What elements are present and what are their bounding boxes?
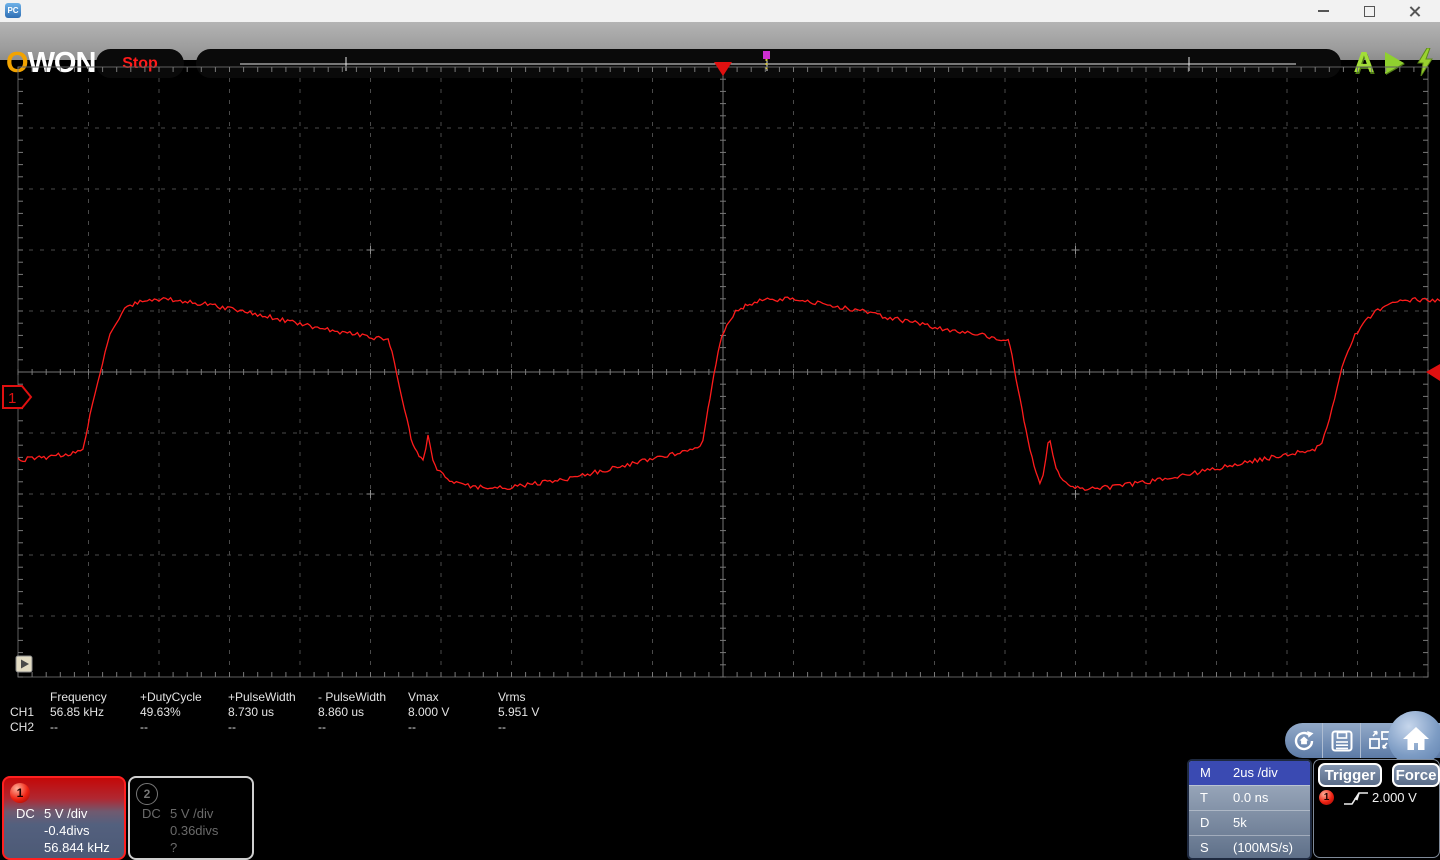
step-forward-button[interactable] (15, 655, 33, 673)
close-button[interactable] (1398, 0, 1432, 22)
trigger-panel: Trigger Force 1 2.000 V (1313, 759, 1440, 858)
measurement-value: -- (50, 720, 58, 734)
force-trigger-button[interactable]: Force (1392, 763, 1440, 787)
ch1-zero-level-marker[interactable]: 1 (2, 385, 33, 409)
timebase-s-label: S (1200, 840, 1209, 855)
ch2-badge: 2 (136, 783, 158, 805)
waveform-trace-ch1 (17, 296, 1440, 492)
measurement-value: 56.85 kHz (50, 705, 105, 719)
measurement-column-5: Vmax (408, 690, 439, 704)
trigger-level-value: 2.000 V (1372, 790, 1417, 805)
ch1-coupling: DC (16, 806, 35, 821)
trigger-source-badge: 1 (1319, 790, 1334, 805)
ch1-frequency: 56.844 kHz (44, 840, 110, 855)
app-icon: PC (5, 3, 21, 18)
timebase-d-value: 5k (1233, 815, 1247, 830)
refresh-view-button[interactable] (1285, 723, 1323, 758)
timebase-panel[interactable]: M 2us /div T 0.0 ns D 5k S (100MS/s) (1187, 759, 1312, 860)
svg-text:1: 1 (8, 390, 16, 407)
measurement-value: 8.000 V (408, 705, 450, 719)
measurement-column-1: Frequency (50, 690, 107, 704)
restore-button[interactable] (1352, 0, 1386, 22)
ch1-offset: -0.4divs (44, 823, 90, 838)
toolbar: O WON Stop A (0, 22, 1440, 79)
ch1-badge: 1 (10, 783, 30, 803)
ch2-coupling: DC (142, 806, 161, 821)
measurement-value: 49.63% (140, 705, 181, 719)
timebase-row-t[interactable]: T 0.0 ns (1189, 785, 1310, 810)
ch1-settings-box[interactable]: 1 DC 5 V /div -0.4divs 56.844 kHz (2, 776, 126, 860)
measurement-value: 5.951 V (498, 705, 540, 719)
timebase-d-label: D (1200, 815, 1210, 830)
ch1-scale: 5 V /div (44, 806, 88, 821)
timebase-row-s[interactable]: S (100MS/s) (1189, 835, 1310, 858)
os-titlebar: PC (0, 0, 1440, 22)
timebase-row-m[interactable]: M 2us /div (1189, 761, 1310, 785)
measurement-value: -- (140, 720, 148, 734)
measurement-column-6: Vrms (498, 690, 526, 704)
graticule (17, 66, 1429, 678)
timebase-row-d[interactable]: D 5k (1189, 810, 1310, 835)
save-floppy-icon (1331, 730, 1352, 751)
measurement-value: -- (228, 720, 236, 734)
scope-display: 1 (2, 62, 1440, 678)
minimize-button[interactable] (1306, 0, 1340, 22)
close-icon (1409, 5, 1421, 17)
measurement-value: -- (318, 720, 326, 734)
measurement-column-4: - PulseWidth (318, 690, 387, 704)
restore-icon (1363, 2, 1378, 17)
measurement-value: -- (498, 720, 506, 734)
measurement-column-3: +PulseWidth (228, 690, 296, 704)
timebase-t-value: 0.0 ns (1233, 790, 1269, 805)
timebase-m-label: M (1200, 765, 1211, 780)
measurements-panel: Frequency +DutyCycle +PulseWidth - PulseWid… (0, 688, 640, 736)
ch2-frequency: ? (170, 840, 178, 855)
ch2-offset: 0.36divs (170, 823, 219, 838)
measurement-value: 8.730 us (228, 705, 275, 719)
trigger-menu-button[interactable]: Trigger (1318, 763, 1382, 787)
measurement-column-2: +DutyCycle (140, 690, 202, 704)
measurement-value: -- (408, 720, 416, 734)
rising-edge-icon (1344, 792, 1368, 805)
trigger-record-marker-icon (763, 51, 770, 59)
minimize-icon (1317, 10, 1329, 12)
timebase-s-value: (100MS/s) (1233, 840, 1293, 855)
measurement-channel-label: CH2 (10, 720, 35, 734)
ch2-settings-box[interactable]: 2 DC 5 V /div 0.36divs ? (128, 776, 254, 860)
save-button[interactable] (1323, 723, 1361, 758)
timebase-t-label: T (1200, 790, 1208, 805)
trigger-position-marker-icon[interactable] (714, 62, 732, 76)
measurement-value: 8.860 us (318, 705, 365, 719)
timebase-m-value: 2us /div (1233, 765, 1278, 780)
measurement-channel-label: CH1 (10, 705, 35, 719)
ch2-scale: 5 V /div (170, 806, 214, 821)
home-icon (1402, 726, 1429, 750)
refresh-home-icon (1294, 730, 1313, 750)
home-button[interactable] (1388, 711, 1440, 766)
